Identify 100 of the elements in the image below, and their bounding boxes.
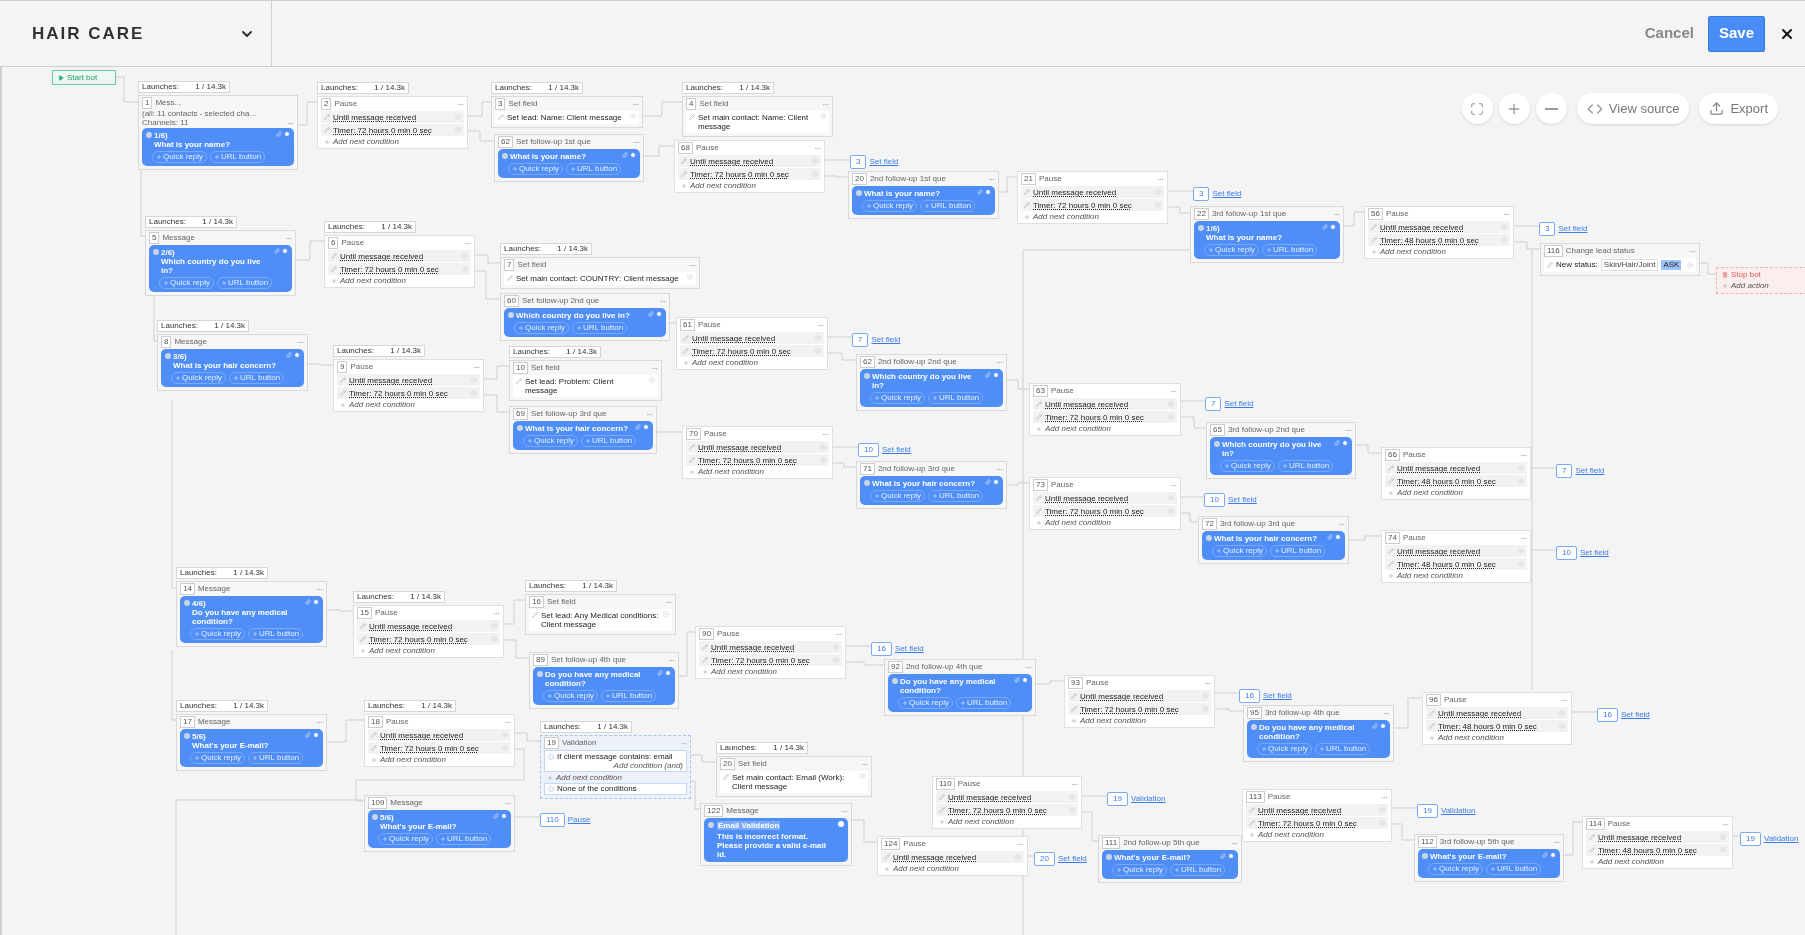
settings-icon[interactable] <box>313 599 319 605</box>
paperclip-icon[interactable] <box>1372 723 1378 729</box>
pencil-icon[interactable] <box>1036 495 1042 501</box>
pause-node[interactable]: 18 Pause Until message received Timer: 72 hours 0 min 0 sec Add next condition <box>364 714 515 767</box>
add-condition-link[interactable]: Add next condition <box>1397 572 1463 580</box>
add-condition-link[interactable]: Add next condition <box>1045 425 1111 433</box>
message-node[interactable]: 89 Set follow-up 4th que Do you have any medical condition? Quick reply URL button <box>529 652 679 709</box>
paperclip-icon[interactable] <box>286 352 292 358</box>
pencil-icon[interactable] <box>1371 224 1377 230</box>
pencil-icon[interactable] <box>1388 548 1394 554</box>
step-link[interactable]: Set field <box>881 446 911 454</box>
condition-row[interactable]: Until message received <box>881 851 1024 863</box>
condition-row[interactable]: Until message received <box>1368 221 1510 233</box>
pause-node[interactable]: 56 Pause Until message received Timer: 48 hours 0 min 0 sec Add next condition <box>1364 206 1514 259</box>
step-link[interactable]: Set field <box>1575 467 1605 475</box>
condition-row[interactable]: Until message received <box>1068 690 1211 702</box>
add-condition-link[interactable]: Add next condition <box>893 865 959 873</box>
stop-node[interactable]: Stop bot Add action <box>1716 267 1805 294</box>
set-field-node[interactable]: 4 Set field Set main contact: Name: Client message <box>682 96 833 137</box>
pencil-icon[interactable] <box>1429 710 1435 716</box>
condition-row[interactable]: Timer: 72 hours 0 min 0 sec <box>357 633 500 645</box>
pencil-icon[interactable] <box>1249 807 1255 813</box>
message-node[interactable]: 62 2nd follow-up 2nd que Which country do you live in? Quick reply URL button <box>856 354 1007 411</box>
paperclip-icon[interactable] <box>635 424 641 430</box>
paperclip-icon[interactable] <box>622 152 628 158</box>
condition-row[interactable]: Until message received <box>1385 462 1527 474</box>
pause-node[interactable]: 21 Pause Until message received Timer: 72 hours 0 min 0 sec Add next condition <box>1017 171 1168 224</box>
step-link[interactable]: Pause <box>567 816 591 824</box>
pause-node[interactable]: 110 Pause Until message received Timer: 72 hours 0 min 0 sec Add next condition <box>932 776 1082 829</box>
settings-icon[interactable] <box>1022 677 1028 683</box>
message-node[interactable]: 5 Message 2/6) Which country do you live in? Quick reply URL button <box>145 230 296 296</box>
set-field-node[interactable]: 20 Set field Set main contact: Email (Work): Client message <box>716 756 872 797</box>
pencil-icon[interactable] <box>1036 508 1042 514</box>
condition-row[interactable]: Timer: 72 hours 0 min 0 sec <box>686 454 829 466</box>
add-condition-link[interactable]: Add next condition <box>556 773 622 782</box>
paperclip-icon[interactable] <box>985 372 991 378</box>
paperclip-icon[interactable] <box>276 131 282 137</box>
zoom-out-button[interactable] <box>1535 93 1567 124</box>
pencil-icon[interactable] <box>689 444 695 450</box>
set-field-node[interactable]: 10 Set field Set lead: Problem: Client message <box>509 360 662 401</box>
pause-node[interactable]: 61 Pause Until message received Timer: 72 hours 0 min 0 sec Add next condition <box>676 317 828 370</box>
pencil-icon[interactable] <box>1249 820 1255 826</box>
condition-row[interactable]: Until message received <box>1385 545 1527 557</box>
pause-node[interactable]: 9 Pause Until message received Timer: 72 hours 0 min 0 sec Add next condition <box>333 359 484 412</box>
condition-row[interactable]: Until message received <box>686 441 829 453</box>
message-node[interactable]: 62 Set follow-up 1st que What is your name? Quick reply URL button <box>494 134 644 182</box>
pencil-icon[interactable] <box>360 623 366 629</box>
add-condition-link[interactable]: Add next condition <box>1598 858 1664 866</box>
pencil-icon[interactable] <box>324 114 330 120</box>
condition-row[interactable]: Timer: 72 hours 0 min 0 sec <box>1033 505 1177 517</box>
condition-row[interactable]: Timer: 72 hours 0 min 0 sec <box>1246 817 1388 829</box>
pencil-icon[interactable] <box>683 335 689 341</box>
pause-node[interactable]: 70 Pause Until message received Timer: 72 hours 0 min 0 sec Add next condition <box>682 426 833 479</box>
pencil-icon[interactable] <box>702 657 708 663</box>
pencil-icon[interactable] <box>1071 706 1077 712</box>
pencil-icon[interactable] <box>340 377 346 383</box>
set-field-node[interactable]: 3 Set field Set lead: Name: Client message <box>491 96 643 128</box>
condition-row[interactable]: Until message received <box>680 332 824 344</box>
pencil-icon[interactable] <box>1589 847 1595 853</box>
paperclip-icon[interactable] <box>305 732 311 738</box>
settings-icon[interactable] <box>284 131 290 137</box>
add-condition-link[interactable]: Add next condition <box>1045 519 1111 527</box>
pencil-icon[interactable] <box>681 158 687 164</box>
message-node[interactable]: 71 2nd follow-up 3rd que What is your hair concern? Quick reply URL button <box>856 461 1007 509</box>
export-button[interactable]: Export <box>1699 93 1778 124</box>
pencil-icon[interactable] <box>939 807 945 813</box>
start-node[interactable]: Start bot <box>52 70 116 85</box>
add-condition-link[interactable]: Add next condition <box>349 401 415 409</box>
pencil-icon[interactable] <box>340 390 346 396</box>
remove-icon[interactable] <box>820 113 826 119</box>
pencil-icon[interactable] <box>507 275 513 281</box>
remove-icon[interactable] <box>859 773 865 779</box>
pencil-icon[interactable] <box>371 732 377 738</box>
add-condition-link[interactable]: Add next condition <box>333 138 399 146</box>
settings-icon[interactable] <box>993 372 999 378</box>
pencil-icon[interactable] <box>1388 465 1394 471</box>
pencil-icon[interactable] <box>1388 478 1394 484</box>
settings-icon[interactable] <box>1342 440 1348 446</box>
step-link[interactable]: Set field <box>1579 549 1609 557</box>
message-node[interactable]: 109 Message 5/6) What's your E-mail? Quick reply URL button <box>364 795 515 852</box>
pencil-icon[interactable] <box>1388 561 1394 567</box>
step-link[interactable]: Set field <box>1227 496 1257 504</box>
set-field-node[interactable]: 7 Set field Set main contact: COUNTRY: Client message <box>500 257 700 289</box>
pencil-icon[interactable] <box>1371 237 1377 243</box>
pause-node[interactable]: 114 Pause Until message received Timer: 48 hours 0 min 0 sec Add next condition <box>1582 816 1733 869</box>
message-node[interactable]: 1 Mess... (all: 11 contacts - selected cha... Channels: 11 1/6) What is your name? Quick reply URL button <box>138 95 298 170</box>
message-node[interactable]: 20 2nd follow-up 1st que What is your name? Quick reply URL button <box>848 171 999 219</box>
pencil-icon[interactable] <box>939 794 945 800</box>
settings-icon[interactable] <box>665 670 671 676</box>
pencil-icon[interactable] <box>371 745 377 751</box>
condition-row[interactable]: Timer: 72 hours 0 min 0 sec <box>1033 411 1177 423</box>
step-link[interactable]: Set field <box>1262 692 1292 700</box>
step-link[interactable]: Set field <box>1212 190 1242 198</box>
condition-row[interactable]: Until message received <box>357 620 500 632</box>
step-link[interactable]: Validation <box>1130 795 1166 803</box>
settings-icon[interactable] <box>501 813 507 819</box>
add-condition-link[interactable]: Add next condition <box>692 359 758 367</box>
settings-icon[interactable] <box>1330 224 1336 230</box>
condition-row[interactable]: Until message received <box>1246 804 1388 816</box>
step-link[interactable]: Set field <box>1057 855 1087 863</box>
